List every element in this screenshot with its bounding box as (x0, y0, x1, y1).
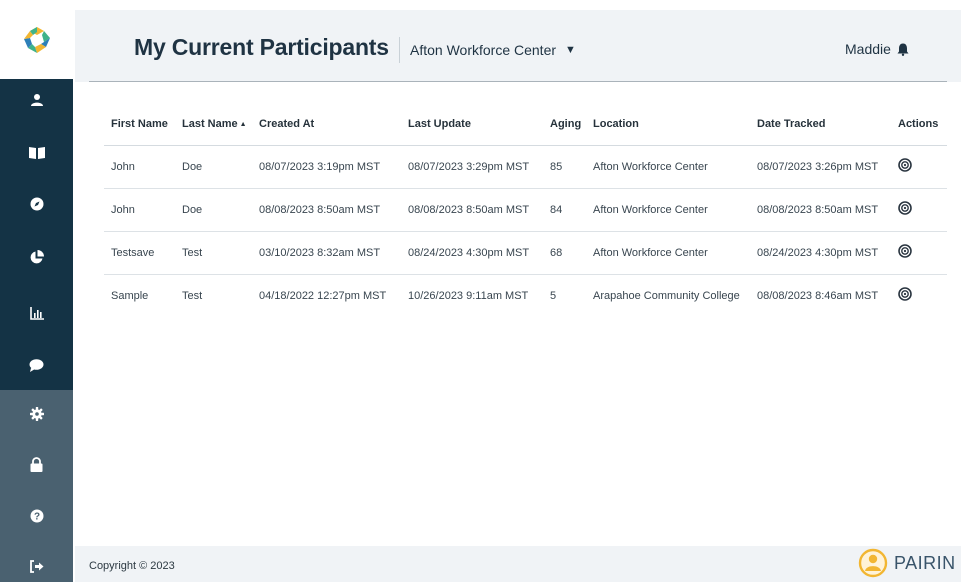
table-row[interactable]: John Doe 08/07/2023 3:19pm MST 08/07/202… (104, 145, 947, 189)
bell-icon[interactable] (897, 43, 909, 56)
app-logo[interactable] (0, 0, 73, 79)
header-divider (89, 81, 947, 82)
sidebar-item-analytics[interactable] (0, 237, 73, 277)
column-header-last-update[interactable]: Last Update (401, 103, 543, 146)
cell-location: Afton Workforce Center (586, 231, 750, 275)
column-header-actions: Actions (891, 103, 947, 146)
target-icon[interactable] (898, 244, 912, 258)
cell-actions (891, 231, 947, 275)
pairin-logo-icon (23, 26, 50, 53)
page-footer: Copyright © 2023 PAIRIN (75, 546, 961, 582)
cell-last-name: Test (182, 289, 203, 302)
cell-aging: 84 (543, 188, 586, 232)
pie-chart-icon (30, 249, 44, 263)
chat-bubble-icon (29, 358, 44, 372)
cell-aging: 68 (543, 231, 586, 275)
table-row[interactable]: Sample Test 04/18/2022 12:27pm MST 10/26… (104, 274, 947, 317)
participants-table: First Name Last Name ▲ Created At Last Up… (104, 103, 947, 317)
sidebar-item-logout[interactable] (0, 546, 73, 582)
cell-location: Afton Workforce Center (586, 188, 750, 232)
target-icon[interactable] (898, 201, 912, 215)
sort-asc-icon: ▲ (239, 120, 247, 128)
cell-first-name: John (104, 188, 175, 232)
sidebar-item-explore[interactable] (0, 184, 73, 224)
caret-down-icon: ▼ (565, 44, 576, 56)
brand-logo: PAIRIN (858, 548, 956, 578)
user-icon (30, 94, 43, 106)
column-header-created-at[interactable]: Created At (252, 103, 401, 146)
column-header-last-name[interactable]: Last Name ▲ (175, 103, 252, 146)
user-name: Maddie (845, 41, 891, 57)
page-title: My Current Participants (134, 34, 389, 60)
copyright-text: Copyright © 2023 (89, 560, 175, 572)
cell-first-name: Sample (111, 289, 149, 302)
table-header-row: First Name Last Name ▲ Created At Last Up… (104, 103, 947, 146)
cell-first-name: John (104, 145, 175, 189)
cell-last-name: Doe (175, 145, 252, 189)
cell-first-name: Testsave (104, 231, 175, 275)
column-header-aging[interactable]: Aging (543, 103, 586, 146)
sidebar-item-library[interactable] (0, 132, 73, 172)
cell-last-name: Test (175, 231, 252, 275)
cell-created-at: 04/18/2022 12:27pm MST (259, 289, 387, 302)
pairin-person-icon (858, 548, 888, 578)
cell-last-update: 10/26/2023 9:11am MST (408, 289, 529, 302)
cell-created-at: 08/07/2023 3:19pm MST (252, 145, 401, 189)
cell-aging: 5 (550, 289, 557, 302)
cell-aging: 85 (543, 145, 586, 189)
cell-last-update: 08/08/2023 8:50am MST (401, 188, 543, 232)
cell-location: Afton Workforce Center (586, 145, 750, 189)
sidebar-item-reports[interactable] (0, 293, 73, 333)
location-dropdown[interactable]: Afton Workforce Center ▼ (399, 37, 576, 63)
cell-date-tracked: 08/24/2023 4:30pm MST (750, 231, 891, 275)
column-header-location[interactable]: Location (586, 103, 750, 146)
brand-name: PAIRIN (894, 552, 956, 573)
page-header: My Current Participants Afton Workforce … (75, 10, 961, 82)
cell-last-update: 08/24/2023 4:30pm MST (401, 231, 543, 275)
sign-out-icon (30, 559, 44, 573)
cell-last-name: Doe (175, 188, 252, 232)
book-open-icon (28, 146, 45, 159)
sidebar-item-messages[interactable] (0, 345, 73, 385)
target-icon[interactable] (898, 287, 912, 302)
sidebar: ? (0, 0, 73, 582)
cell-created-at: 03/10/2023 8:32am MST (252, 231, 401, 275)
sidebar-item-settings[interactable] (0, 394, 73, 434)
cell-last-update: 08/07/2023 3:29pm MST (401, 145, 543, 189)
sidebar-item-participants[interactable] (0, 80, 73, 120)
location-dropdown-value: Afton Workforce Center (410, 42, 557, 58)
cell-date-tracked: 08/07/2023 3:26pm MST (750, 145, 891, 189)
cell-date-tracked: 08/08/2023 8:46am MST (757, 289, 879, 302)
cell-created-at: 08/08/2023 8:50am MST (252, 188, 401, 232)
cell-actions (891, 145, 947, 189)
compass-icon (30, 197, 43, 211)
question-icon: ? (30, 509, 43, 523)
table-row[interactable]: Testsave Test 03/10/2023 8:32am MST 08/2… (104, 231, 947, 275)
target-icon[interactable] (898, 158, 912, 172)
cell-actions (891, 274, 947, 317)
gear-icon (29, 407, 44, 421)
sidebar-item-help[interactable]: ? (0, 496, 73, 536)
column-header-first-name[interactable]: First Name (104, 103, 175, 146)
column-header-date-tracked[interactable]: Date Tracked (750, 103, 891, 146)
cell-actions (891, 188, 947, 232)
cell-date-tracked: 08/08/2023 8:50am MST (750, 188, 891, 232)
cell-location: Arapahoe Community College (593, 289, 740, 302)
sidebar-item-security[interactable] (0, 444, 73, 484)
lock-icon (30, 456, 43, 472)
svg-text:?: ? (33, 512, 39, 523)
bar-chart-icon (29, 306, 44, 320)
table-row[interactable]: John Doe 08/08/2023 8:50am MST 08/08/202… (104, 188, 947, 232)
user-menu[interactable]: Maddie (845, 41, 909, 57)
